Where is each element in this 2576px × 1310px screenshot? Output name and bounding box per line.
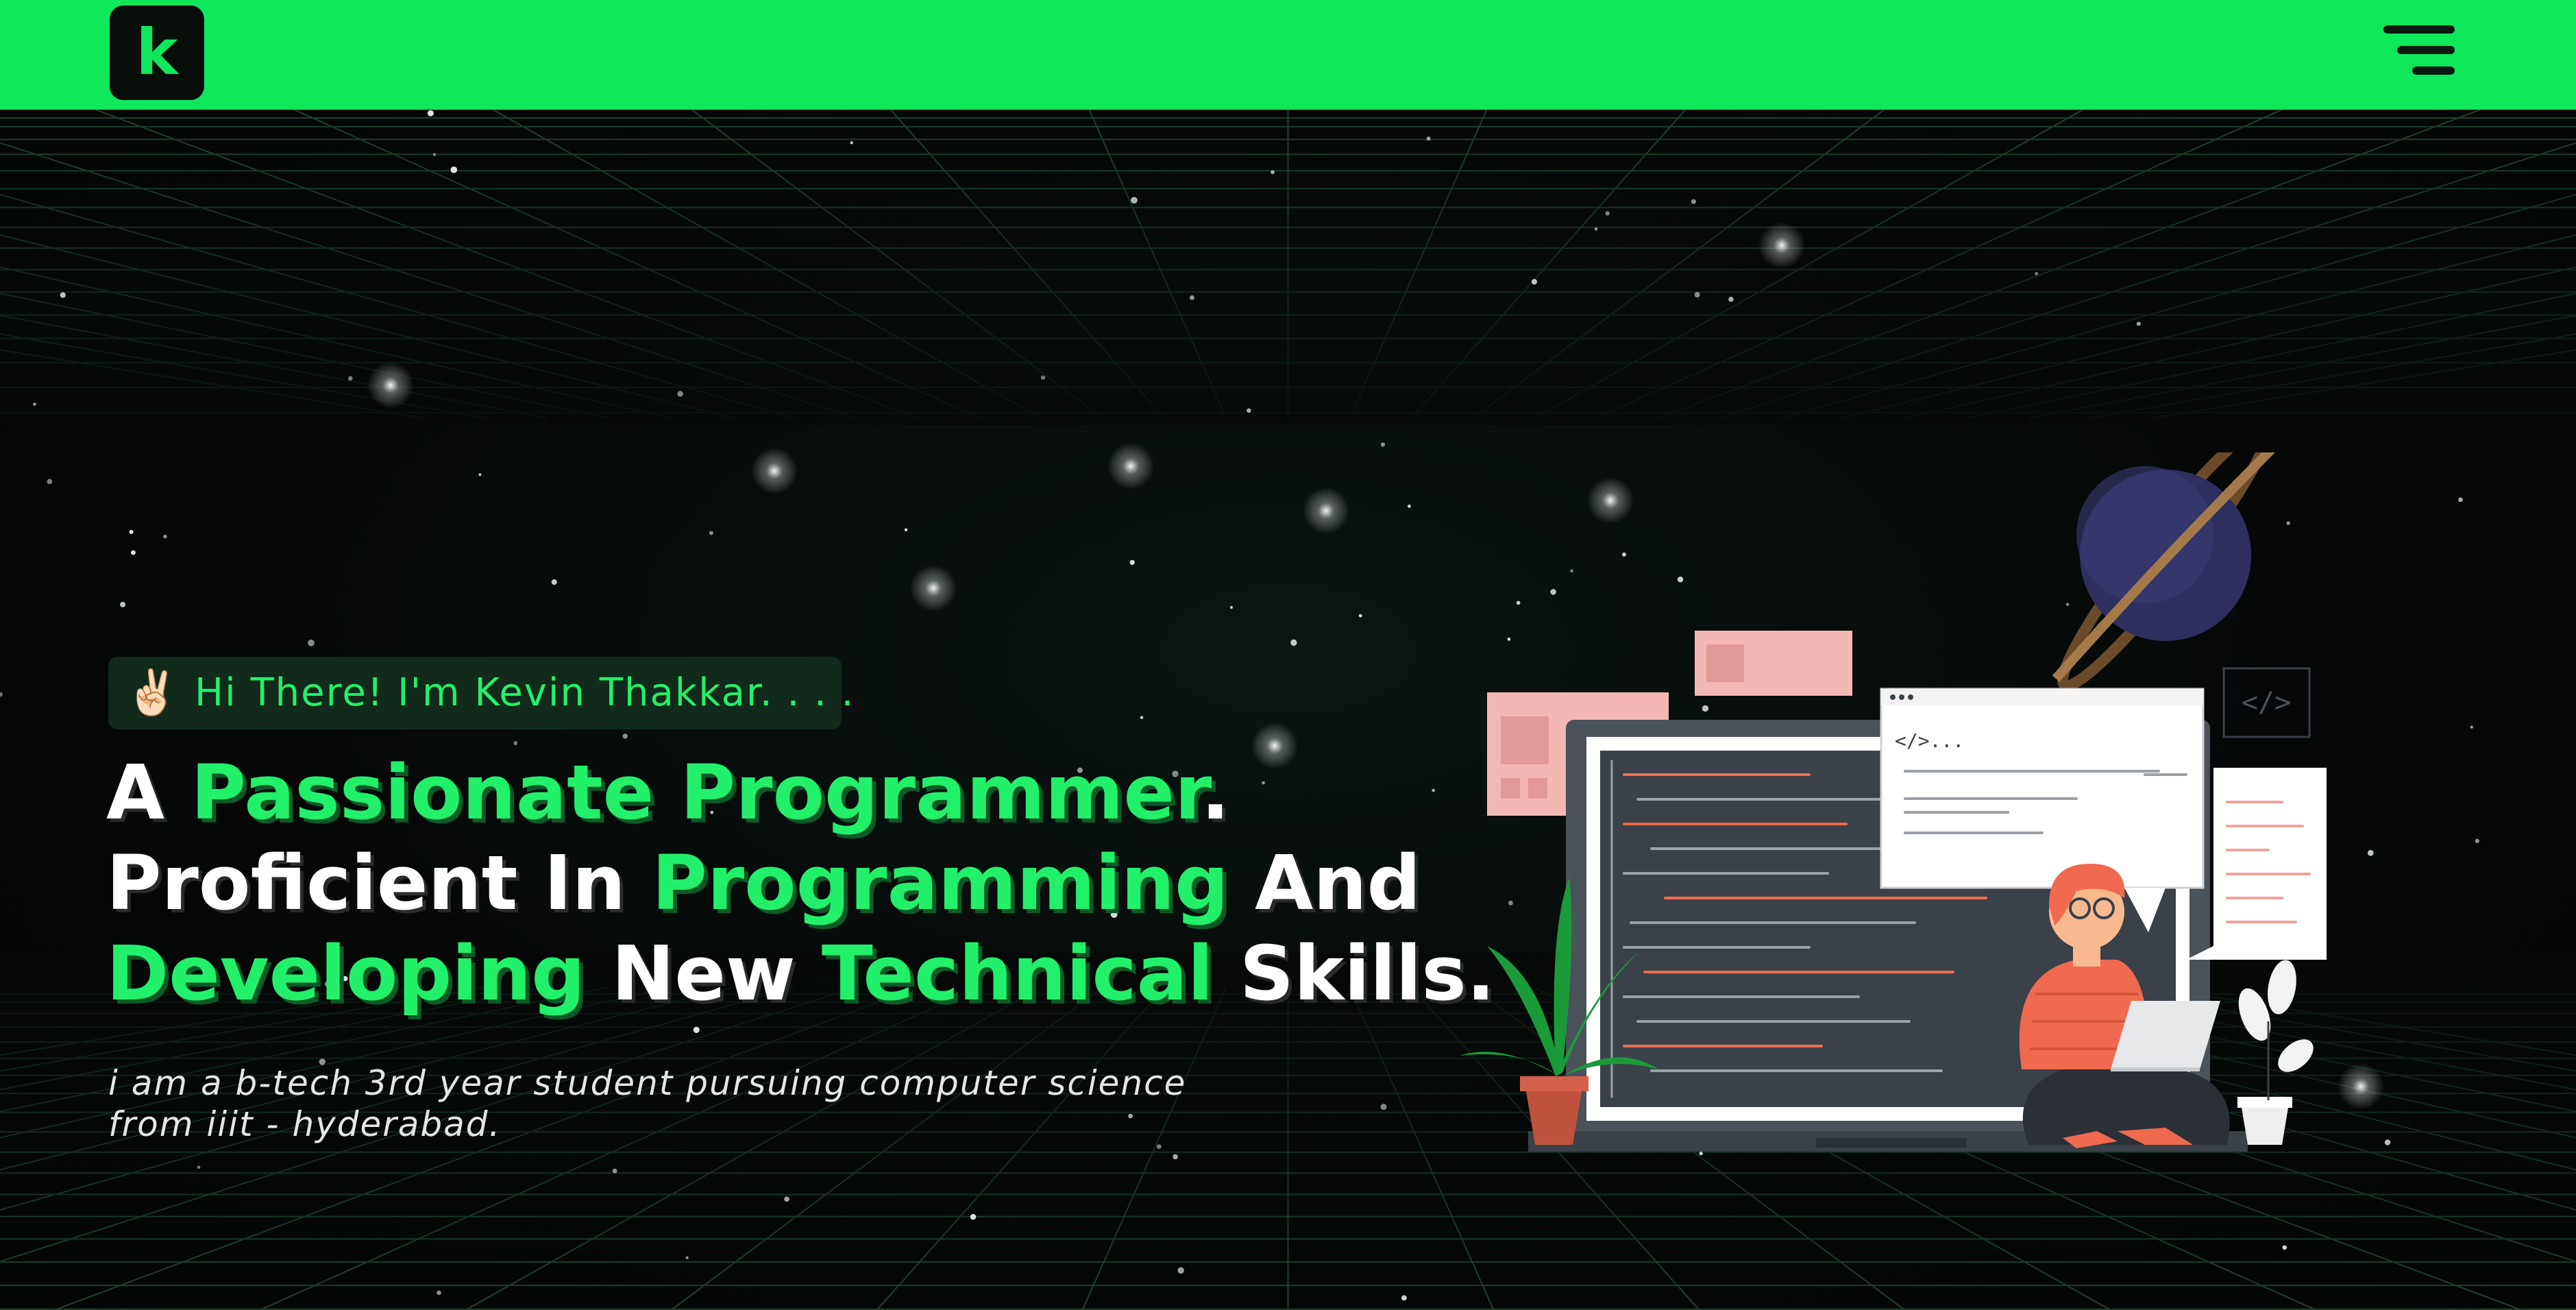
headline-word: .	[1201, 749, 1230, 836]
logo[interactable]: k	[110, 5, 204, 100]
window-code-label: </>...	[1895, 729, 1964, 752]
hero-headline: A Passionate Programmer. Proficient In P…	[106, 747, 1495, 1019]
logo-k-icon: k	[136, 16, 179, 89]
headline-highlight: Technical	[821, 930, 1214, 1017]
headline-highlight: Developing	[106, 930, 585, 1017]
headline-highlight: Passionate Programmer	[191, 749, 1201, 836]
headline-highlight: Programming	[652, 839, 1229, 927]
headline-line-1: A Passionate Programmer.	[106, 749, 1229, 836]
headline-word: New	[611, 930, 796, 1017]
victory-hand-icon: ✌🏻	[125, 668, 180, 718]
code-tag-label: </>	[2242, 687, 2291, 718]
logo-letter: k	[136, 16, 179, 89]
planet-icon	[2052, 452, 2275, 692]
headline-word: Skills.	[1239, 930, 1495, 1017]
headline-line-3: Developing New Technical Skills.	[106, 930, 1495, 1017]
headline-word: Proficient In	[106, 839, 626, 927]
developer-illustration: </>... </>	[1460, 452, 2327, 1152]
hero-description: i am a b-tech 3rd year student pursuing …	[108, 1063, 1187, 1144]
code-tag-icon: </>	[2222, 667, 2311, 738]
top-navbar: k	[0, 0, 2576, 110]
hamburger-menu-icon[interactable]	[2378, 21, 2460, 82]
potted-plant-right	[2237, 960, 2314, 1145]
headline-line-2: Proficient In Programming And	[106, 839, 1421, 927]
greeting-text: Hi There! I'm Kevin Thakkar. . . .	[195, 670, 855, 715]
headline-word: And	[1255, 839, 1421, 927]
hero-section: ✌🏻 Hi There! I'm Kevin Thakkar. . . . A …	[0, 110, 2576, 1310]
greeting-badge: ✌🏻 Hi There! I'm Kevin Thakkar. . . .	[108, 657, 853, 729]
headline-word: A	[106, 749, 165, 836]
